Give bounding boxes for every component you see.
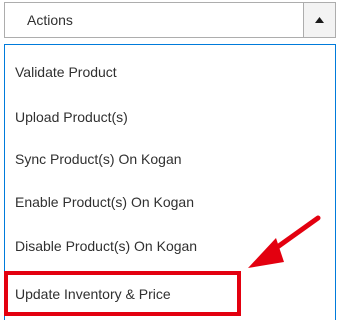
- red-arrow-icon: [248, 215, 321, 268]
- actions-dropdown-screenshot: Actions Validate Product Upload Product(…: [0, 0, 338, 320]
